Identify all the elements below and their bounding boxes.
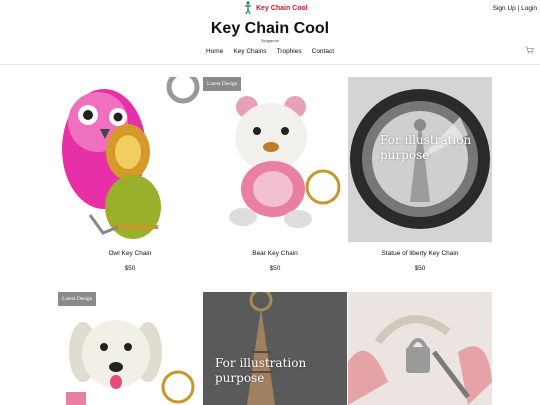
dog-keychain-image: [66, 320, 195, 405]
site-title[interactable]: Key Chain Cool: [0, 20, 540, 38]
nav-trophies[interactable]: Trophies: [277, 48, 302, 55]
illustration-overlay-text: For illustration purpose: [380, 133, 472, 162]
login-link[interactable]: Login: [521, 5, 537, 12]
main-nav: Home Key Chains Trophies Contact: [0, 48, 540, 55]
cart-icon[interactable]: [525, 46, 534, 54]
illustration-overlay-text-2: For illustration purpose: [215, 356, 307, 385]
nav-home[interactable]: Home: [206, 48, 223, 55]
logo[interactable]: Key Chain Cool: [243, 1, 308, 15]
product-image-statue-of-liberty[interactable]: For illustration purpose: [348, 77, 492, 242]
product-image-lock-key[interactable]: [348, 292, 492, 405]
product-price-owl: $50: [124, 265, 136, 272]
figure-logo-icon: [245, 1, 251, 15]
product-title-owl[interactable]: Owl Key Chain: [58, 250, 202, 257]
product-price-bear: $50: [269, 265, 281, 272]
product-image-owl[interactable]: [58, 77, 202, 242]
signup-link[interactable]: Sign Up: [493, 5, 516, 12]
nav-key-chains[interactable]: Key Chains: [233, 48, 266, 55]
product-image-dog[interactable]: Latest Design: [58, 292, 202, 405]
site-header: Key Chain Cool Sign Up | Login Key Chain…: [0, 0, 540, 65]
latest-design-badge: Latest Design: [203, 77, 242, 91]
latest-design-badge-2: Latest Design: [58, 292, 97, 306]
nav-contact[interactable]: Contact: [312, 48, 334, 55]
product-title-bear[interactable]: Bear Key Chain: [203, 250, 347, 257]
bear-keychain-image: [229, 96, 341, 228]
account-links: Sign Up | Login: [493, 5, 537, 12]
logo-text: Key Chain Cool: [256, 4, 308, 12]
account-separator: |: [517, 5, 520, 12]
product-image-eiffel[interactable]: For illustration purpose: [203, 292, 347, 405]
product-image-bear[interactable]: Latest Design: [203, 77, 347, 242]
eiffel-keychain-image: [203, 292, 347, 405]
site-tagline: Singapore: [260, 38, 280, 43]
product-price-statue: $50: [414, 265, 426, 272]
owl-keychain-image: [62, 77, 200, 239]
lock-keychain-image: [348, 292, 492, 405]
product-title-statue[interactable]: Statue of liberty Key Chain: [348, 250, 492, 257]
